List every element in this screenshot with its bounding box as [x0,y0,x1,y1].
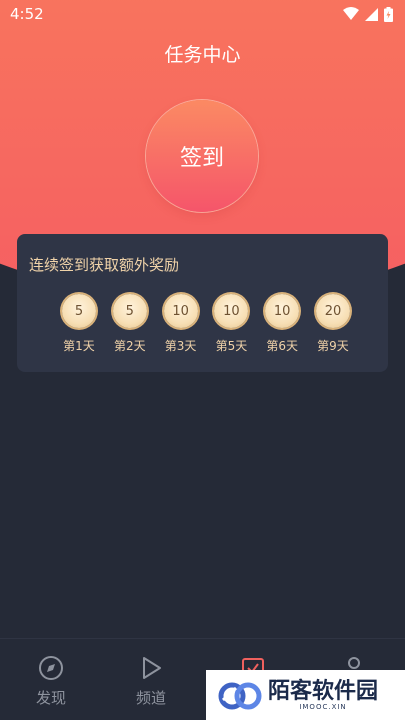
bonus-title: 连续签到获取额外奖励 [29,256,180,274]
watermark-logo: 陌客软件园 IMOOC.XIN [206,670,405,720]
tab-channels[interactable]: 频道 [121,639,181,720]
reward-item: 10 第5天 [213,294,249,354]
status-time: 4:52 [10,5,44,23]
battery-icon [384,6,393,22]
reward-item: 10 第6天 [264,294,300,354]
reward-day-label: 第6天 [266,339,298,353]
reward-item: 5 第2天 [112,294,148,354]
tab-channels-label: 频道 [135,689,166,707]
coin-icon: 5 [112,294,147,328]
signin-button[interactable]: 签到 [146,100,258,212]
watermark-logo-icon [218,682,262,710]
coin-icon: 20 [315,294,350,328]
wifi-icon [343,7,359,20]
tab-discover[interactable]: 发现 [21,639,81,720]
coin-icon: 10 [163,294,198,328]
reward-item: 10 第3天 [163,294,199,354]
watermark-subtext: IMOOC.XIN [299,703,347,711]
signin-button-label: 签到 [179,146,224,171]
reward-day-label: 第9天 [317,339,349,353]
watermark-text: 陌客软件园 [268,678,379,704]
compass-icon [39,656,63,680]
coin-icon: 5 [62,294,96,328]
coin-icon: 10 [265,294,300,328]
status-bar: 4:52 [0,0,405,28]
signal-icon [365,7,378,21]
play-icon [143,657,161,679]
page-title: 任务中心 [164,44,241,66]
reward-day-label: 第1天 [63,339,95,353]
bonus-card: 连续签到获取额外奖励 5 第1天 5 第2天 10 第3天 10 第5天 10 … [17,234,388,372]
reward-day-label: 第3天 [164,339,197,353]
reward-item: 5 第1天 [61,294,97,354]
reward-list: 5 第1天 5 第2天 10 第3天 10 第5天 10 第6天 20 第9天 [61,294,351,354]
reward-item: 20 第9天 [315,294,351,354]
coin-icon: 10 [214,294,249,328]
reward-day-label: 第2天 [113,339,146,353]
tab-discover-label: 发现 [35,689,66,707]
reward-day-label: 第5天 [215,339,248,353]
